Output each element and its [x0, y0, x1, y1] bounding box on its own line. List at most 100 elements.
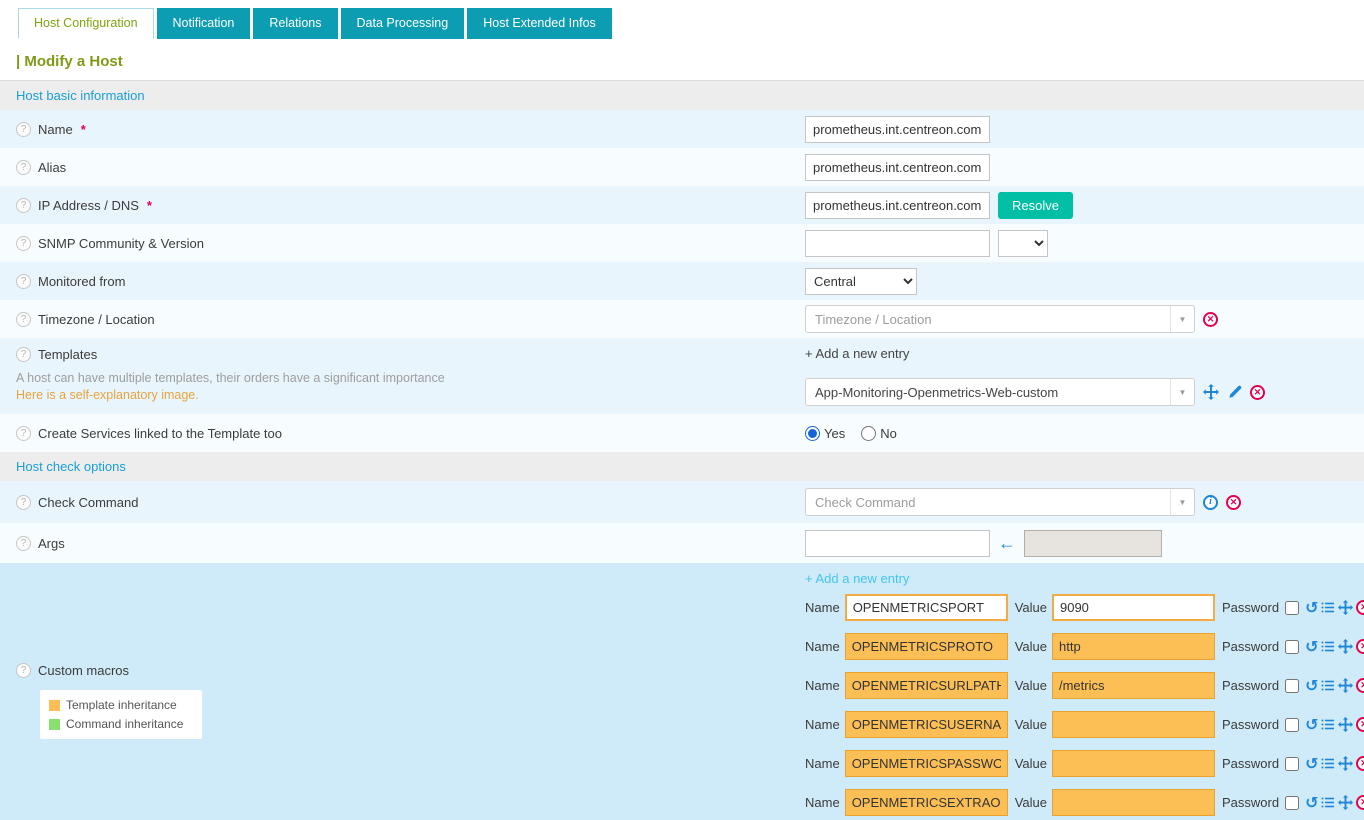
delete-macro-icon[interactable]: ✕: [1356, 717, 1364, 732]
move-icon[interactable]: [1338, 639, 1353, 654]
tab-relations[interactable]: Relations: [253, 8, 337, 39]
row-ip-address: ? IP Address / DNS * Resolve: [0, 186, 1364, 224]
move-icon[interactable]: [1338, 600, 1353, 615]
template-select[interactable]: App-Monitoring-Openmetrics-Web-custom ▼: [805, 378, 1195, 406]
macro-value-input[interactable]: [1052, 594, 1215, 621]
radio-no-label: No: [880, 426, 897, 441]
macro-name-input[interactable]: [845, 633, 1008, 660]
help-icon[interactable]: ?: [16, 426, 31, 441]
info-icon[interactable]: i: [1203, 495, 1218, 510]
snmp-community-input[interactable]: [805, 230, 990, 257]
macro-name-input[interactable]: [845, 750, 1008, 777]
tab-notification[interactable]: Notification: [157, 8, 251, 39]
page-title: | Modify a Host: [0, 39, 1364, 81]
resolve-button[interactable]: Resolve: [998, 192, 1073, 219]
monitored-from-select[interactable]: Central: [805, 268, 917, 295]
move-icon[interactable]: [1338, 756, 1353, 771]
row-monitored-from: ? Monitored from Central: [0, 262, 1364, 300]
required-indicator: *: [81, 122, 86, 137]
check-command-select[interactable]: Check Command ▼: [805, 488, 1195, 516]
macro-value-label: Value: [1015, 639, 1047, 654]
host-name-input[interactable]: [805, 116, 990, 143]
tab-data-processing[interactable]: Data Processing: [341, 8, 465, 39]
macro-password-checkbox[interactable]: [1285, 718, 1299, 732]
macro-password-checkbox[interactable]: [1285, 640, 1299, 654]
monitored-from-label: Monitored from: [38, 274, 125, 289]
host-alias-input[interactable]: [805, 154, 990, 181]
templates-hint-link[interactable]: Here is a self-explanatory image.: [16, 388, 445, 402]
macro-password-checkbox[interactable]: [1285, 601, 1299, 615]
macro-value-input[interactable]: [1052, 789, 1215, 816]
list-icon[interactable]: [1321, 679, 1335, 692]
chevron-down-icon: ▼: [1170, 379, 1194, 405]
macro-value-input[interactable]: [1052, 711, 1215, 738]
move-icon[interactable]: [1203, 384, 1219, 400]
list-icon[interactable]: [1321, 796, 1335, 809]
macro-value-input[interactable]: [1052, 672, 1215, 699]
move-icon[interactable]: [1338, 795, 1353, 810]
edit-icon[interactable]: [1227, 385, 1242, 400]
delete-macro-icon[interactable]: ✕: [1356, 756, 1364, 771]
list-icon[interactable]: [1321, 757, 1335, 770]
help-icon[interactable]: ?: [16, 312, 31, 327]
host-ip-input[interactable]: [805, 192, 990, 219]
delete-macro-icon[interactable]: ✕: [1356, 600, 1364, 615]
list-icon[interactable]: [1321, 601, 1335, 614]
help-icon[interactable]: ?: [16, 198, 31, 213]
tab-host-configuration[interactable]: Host Configuration: [18, 8, 154, 39]
section-host-basic-information: Host basic information: [0, 81, 1364, 110]
help-icon[interactable]: ?: [16, 274, 31, 289]
help-icon[interactable]: ?: [16, 495, 31, 510]
macro-value-input[interactable]: [1052, 633, 1215, 660]
move-icon[interactable]: [1338, 678, 1353, 693]
template-inheritance-swatch: [49, 700, 60, 711]
delete-macro-icon[interactable]: ✕: [1356, 639, 1364, 654]
list-icon[interactable]: [1321, 718, 1335, 731]
radio-yes[interactable]: [805, 426, 820, 441]
undo-icon[interactable]: ↺: [1305, 600, 1318, 616]
macros-add-entry[interactable]: + Add a new entry: [805, 571, 1364, 586]
list-icon[interactable]: [1321, 640, 1335, 653]
clear-check-command-icon[interactable]: ✕: [1226, 495, 1241, 510]
help-icon[interactable]: ?: [16, 122, 31, 137]
undo-icon[interactable]: ↺: [1305, 639, 1318, 655]
row-snmp: ? SNMP Community & Version: [0, 224, 1364, 262]
move-icon[interactable]: [1338, 717, 1353, 732]
help-icon[interactable]: ?: [16, 236, 31, 251]
help-icon[interactable]: ?: [16, 663, 31, 678]
macro-name-input[interactable]: [845, 672, 1008, 699]
delete-macro-icon[interactable]: ✕: [1356, 678, 1364, 693]
templates-add-entry[interactable]: + Add a new entry: [805, 346, 909, 361]
clear-timezone-icon[interactable]: ✕: [1203, 312, 1218, 327]
create-services-no[interactable]: No: [861, 426, 897, 441]
timezone-select[interactable]: Timezone / Location ▼: [805, 305, 1195, 333]
delete-template-icon[interactable]: ✕: [1250, 385, 1265, 400]
help-icon[interactable]: ?: [16, 160, 31, 175]
macro-name-input[interactable]: [845, 711, 1008, 738]
macro-name-input[interactable]: [845, 594, 1008, 621]
args-input[interactable]: [805, 530, 990, 557]
undo-icon[interactable]: ↺: [1305, 717, 1318, 733]
macro-password-checkbox[interactable]: [1285, 757, 1299, 771]
create-services-yes[interactable]: Yes: [805, 426, 845, 441]
help-icon[interactable]: ?: [16, 347, 31, 362]
help-icon[interactable]: ?: [16, 536, 31, 551]
macro-password-label: Password: [1222, 795, 1279, 810]
templates-hint: A host can have multiple templates, thei…: [16, 371, 445, 385]
macro-value-label: Value: [1015, 795, 1047, 810]
undo-icon[interactable]: ↺: [1305, 678, 1318, 694]
macro-value-label: Value: [1015, 600, 1047, 615]
tab-host-extended-infos[interactable]: Host Extended Infos: [467, 8, 612, 39]
undo-icon[interactable]: ↺: [1305, 795, 1318, 811]
custom-macros-block: ? Custom macros Template inheritance Com…: [0, 563, 1364, 820]
macro-name-input[interactable]: [845, 789, 1008, 816]
delete-macro-icon[interactable]: ✕: [1356, 795, 1364, 810]
macro-value-input[interactable]: [1052, 750, 1215, 777]
macro-password-checkbox[interactable]: [1285, 796, 1299, 810]
macro-password-checkbox[interactable]: [1285, 679, 1299, 693]
snmp-version-select[interactable]: [998, 230, 1048, 257]
undo-icon[interactable]: ↺: [1305, 756, 1318, 772]
macro-row: Name Value Password ↺ ✕: [805, 711, 1364, 738]
radio-no[interactable]: [861, 426, 876, 441]
row-alias: ? Alias: [0, 148, 1364, 186]
